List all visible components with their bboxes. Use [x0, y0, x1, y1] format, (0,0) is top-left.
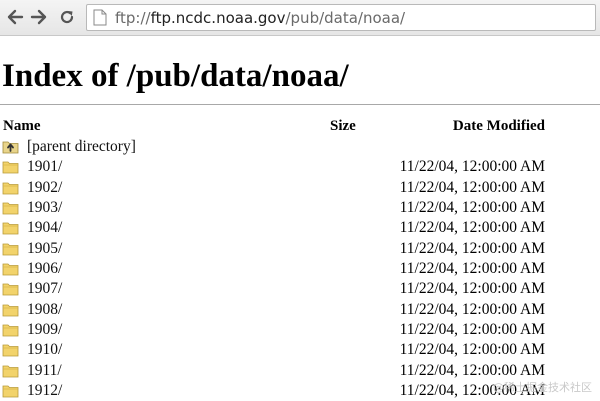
folder-icon [2, 243, 19, 256]
folder-link[interactable]: 1910/ [27, 340, 62, 360]
folder-link[interactable]: 1907/ [27, 279, 62, 299]
browser-toolbar: ftp://ftp.ncdc.noaa.gov/pub/data/noaa/ [0, 0, 600, 36]
table-row: 1906/11/22/04, 12:00:00 AM [0, 259, 600, 279]
date-modified: 11/22/04, 12:00:00 AM [399, 178, 545, 196]
divider [0, 104, 600, 105]
column-header-date-modified[interactable]: Date Modified [453, 117, 545, 135]
url-host: ftp.ncdc.noaa.gov [150, 8, 286, 27]
folder-link[interactable]: 1903/ [27, 198, 62, 218]
folder-icon [2, 385, 19, 398]
folder-link[interactable]: 1909/ [27, 320, 62, 340]
address-bar[interactable]: ftp://ftp.ncdc.noaa.gov/pub/data/noaa/ [86, 4, 596, 31]
date-modified: 11/22/04, 12:00:00 AM [399, 361, 545, 379]
url-text: ftp://ftp.ncdc.noaa.gov/pub/data/noaa/ [115, 9, 405, 27]
back-button[interactable] [4, 6, 26, 28]
folder-icon [2, 324, 19, 337]
folder-link[interactable]: 1906/ [27, 259, 62, 279]
reload-button[interactable] [56, 6, 78, 28]
table-row: 1901/11/22/04, 12:00:00 AM [0, 157, 600, 177]
url-prefix: ftp:// [115, 8, 151, 27]
page-icon [93, 9, 109, 27]
folder-link[interactable]: 1902/ [27, 178, 62, 198]
reload-icon [60, 10, 74, 24]
folder-link[interactable]: 1904/ [27, 218, 62, 238]
table-row: 1904/11/22/04, 12:00:00 AM [0, 218, 600, 238]
table-row: 1902/11/22/04, 12:00:00 AM [0, 178, 600, 198]
table-row: 1905/11/22/04, 12:00:00 AM [0, 239, 600, 259]
date-modified: 11/22/04, 12:00:00 AM [399, 259, 545, 277]
folder-link[interactable]: 1908/ [27, 300, 62, 320]
folder-icon [2, 263, 19, 276]
forward-button[interactable] [28, 6, 50, 28]
folder-icon [2, 161, 19, 174]
folder-link[interactable]: 1912/ [27, 381, 62, 401]
folder-link[interactable]: 1911/ [27, 361, 62, 381]
column-header-size[interactable]: Size [330, 117, 356, 135]
url-path: /pub/data/noaa/ [285, 8, 406, 27]
back-arrow-icon [7, 9, 24, 25]
folder-icon [2, 182, 19, 195]
date-modified: 11/22/04, 12:00:00 AM [399, 320, 545, 338]
date-modified: 11/22/04, 12:00:00 AM [399, 280, 545, 298]
page-title: Index of /pub/data/noaa/ [2, 58, 349, 94]
folder-icon [2, 283, 19, 296]
date-modified: 11/22/04, 12:00:00 AM [399, 198, 545, 216]
table-row: 1910/11/22/04, 12:00:00 AM [0, 340, 600, 360]
table-row: 1903/11/22/04, 12:00:00 AM [0, 198, 600, 218]
folder-icon [2, 202, 19, 215]
column-header-name[interactable]: Name [3, 117, 41, 135]
date-modified: 11/22/04, 12:00:00 AM [399, 300, 545, 318]
folder-icon [2, 344, 19, 357]
parent-directory-row: [parent directory] [0, 137, 600, 157]
date-modified: 11/22/04, 12:00:00 AM [399, 341, 545, 359]
folder-icon [2, 304, 19, 317]
date-modified: 11/22/04, 12:00:00 AM [399, 219, 545, 237]
table-row: 1911/11/22/04, 12:00:00 AM [0, 361, 600, 381]
table-row: 1908/11/22/04, 12:00:00 AM [0, 300, 600, 320]
watermark: @稀土掘金技术社区 [493, 381, 592, 394]
date-modified: 11/22/04, 12:00:00 AM [399, 239, 545, 257]
folder-link[interactable]: 1901/ [27, 157, 62, 177]
table-row: 1909/11/22/04, 12:00:00 AM [0, 320, 600, 340]
directory-listing: [parent directory] 1901/11/22/04, 12:00:… [0, 137, 600, 401]
parent-directory-icon [2, 141, 19, 154]
folder-icon [2, 222, 19, 235]
folder-link[interactable]: 1905/ [27, 239, 62, 259]
parent-directory-link[interactable]: [parent directory] [27, 137, 136, 157]
folder-icon [2, 365, 19, 378]
table-row: 1907/11/22/04, 12:00:00 AM [0, 279, 600, 299]
forward-arrow-icon [30, 9, 47, 25]
date-modified: 11/22/04, 12:00:00 AM [399, 158, 545, 176]
